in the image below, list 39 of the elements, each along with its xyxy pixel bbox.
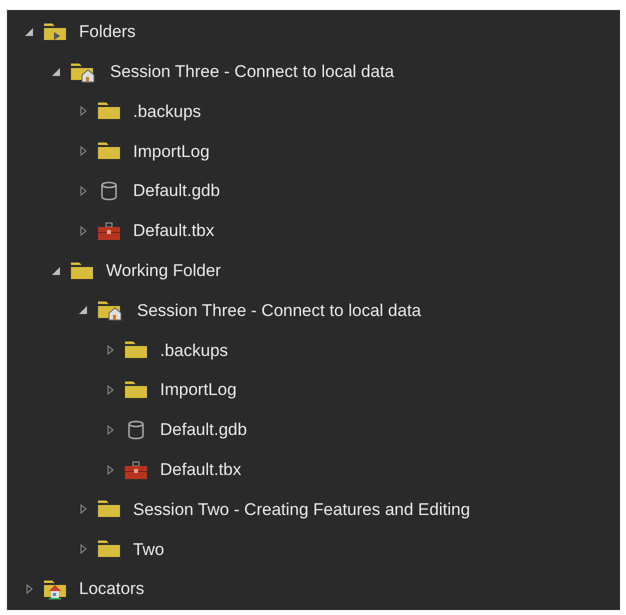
tree-item-label: Default.tbx [160,458,242,481]
tree-item[interactable]: Working Folder [7,250,620,291]
tree-item-label: Working Folder [106,260,221,282]
tree-item-label: Default.gdb [160,419,247,442]
tree-item[interactable]: Default.tbx [7,450,620,490]
tree-item-label: Two [133,538,164,560]
tree-item[interactable]: ImportLog [7,131,620,172]
tree-item[interactable]: Default.gdb [7,410,620,450]
tree-item[interactable]: Locators [7,569,620,609]
tree-item[interactable]: Default.gdb [7,171,620,211]
tree-item[interactable]: Default.tbx [7,210,620,251]
toolbox-icon [97,220,121,242]
tree-item-label: Session Three - Connect to local data [110,60,394,83]
tree-item[interactable]: .backups [7,92,620,132]
tree-item-label: ImportLog [133,140,210,163]
tree-item-label: Default.gdb [133,180,220,202]
tree-item[interactable]: Two [7,529,620,570]
tree-item[interactable]: Session Three - Connect to local data [7,290,620,330]
tree-item[interactable]: Folders [7,12,620,52]
tree-item-label: ImportLog [160,379,237,402]
tree-item-label: Locators [79,578,144,600]
folder-icon [43,20,67,43]
folder-icon [70,260,94,282]
collapse-arrow-icon[interactable] [50,68,62,76]
collapse-arrow-icon[interactable] [50,266,62,275]
collapse-arrow-icon[interactable] [77,306,89,314]
tree-item[interactable]: .backups [7,330,620,370]
tree-item-label: Folders [79,21,136,44]
tree-item-label: .backups [133,100,202,123]
tree-item[interactable]: ImportLog [7,370,620,410]
tree-item-label: .backups [160,340,228,362]
tree-item[interactable]: Session Two - Creating Features and Editing [7,490,620,530]
tree-item-label: Session Three - Connect to local data [137,300,422,322]
tree-item-label: Default.tbx [133,220,214,242]
toolbox-icon [124,458,148,481]
tree-item-label: Session Two - Creating Features and Editing [133,498,470,521]
locator-folder-icon [43,578,67,600]
collapse-arrow-icon[interactable] [23,28,35,36]
tree-item[interactable]: Session Three - Connect to local data [7,52,620,92]
